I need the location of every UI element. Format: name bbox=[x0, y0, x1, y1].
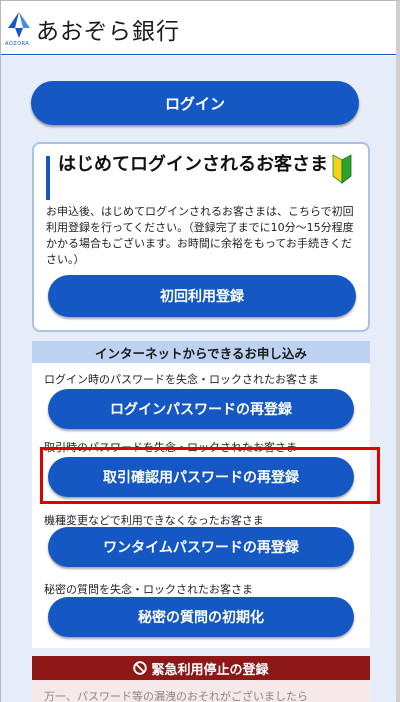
first-login-title: はじめてログインされるお客さま bbox=[58, 154, 328, 175]
first-registration-button[interactable]: 初回利用登録 bbox=[48, 275, 356, 317]
secret-question-reset-button[interactable]: 秘密の質問の初期化 bbox=[48, 597, 354, 637]
first-login-card: はじめてログインされるお客さま お申込後、はじめてログインされるお客さまは、こち… bbox=[32, 142, 370, 332]
logo-subtext: AOZORA bbox=[5, 41, 30, 47]
first-login-description: お申込後、はじめてログインされるお客さまは、こちらで初回利用登録を行ってください… bbox=[46, 205, 354, 266]
red-highlight-box bbox=[40, 447, 380, 504]
login-password-caption: ログイン時のパスワードを失念・ロックされたお客さま bbox=[44, 373, 319, 386]
login-button[interactable]: ログイン bbox=[31, 81, 359, 125]
internet-section: ログイン時のパスワードを失念・ロックされたお客さま ログインパスワードの再登録 … bbox=[32, 363, 370, 648]
header: AOZORA あおぞら銀行 bbox=[1, 1, 396, 55]
prohibited-icon bbox=[133, 661, 148, 675]
emergency-stop-label: 緊急利用停止の登録 bbox=[151, 662, 269, 678]
title-accent-bar bbox=[46, 156, 50, 200]
emergency-stop-text: 万一、パスワード等の漏洩のおそれがございましたら bbox=[44, 690, 308, 702]
login-password-reregister-button[interactable]: ログインパスワードの再登録 bbox=[48, 389, 354, 429]
secret-question-caption: 秘密の質問を失念・ロックされたお客さま bbox=[44, 583, 253, 596]
beginner-leaf-icon bbox=[332, 154, 352, 184]
aozora-logo-icon bbox=[8, 12, 30, 38]
bank-name: あおぞら銀行 bbox=[36, 19, 180, 45]
emergency-stop-body: 万一、パスワード等の漏洩のおそれがございましたら bbox=[32, 680, 370, 702]
internet-section-title: インターネットからできるお申し込み bbox=[32, 341, 370, 363]
onetime-password-caption: 機種変更などで利用できなくなったお客さま bbox=[44, 514, 264, 527]
main-content: ログイン はじめてログインされるお客さま お申込後、はじめてログインされるお客さ… bbox=[1, 56, 396, 702]
emergency-stop-title[interactable]: 緊急利用停止の登録 bbox=[32, 656, 370, 680]
onetime-password-reregister-button[interactable]: ワンタイムパスワードの再登録 bbox=[48, 527, 354, 567]
